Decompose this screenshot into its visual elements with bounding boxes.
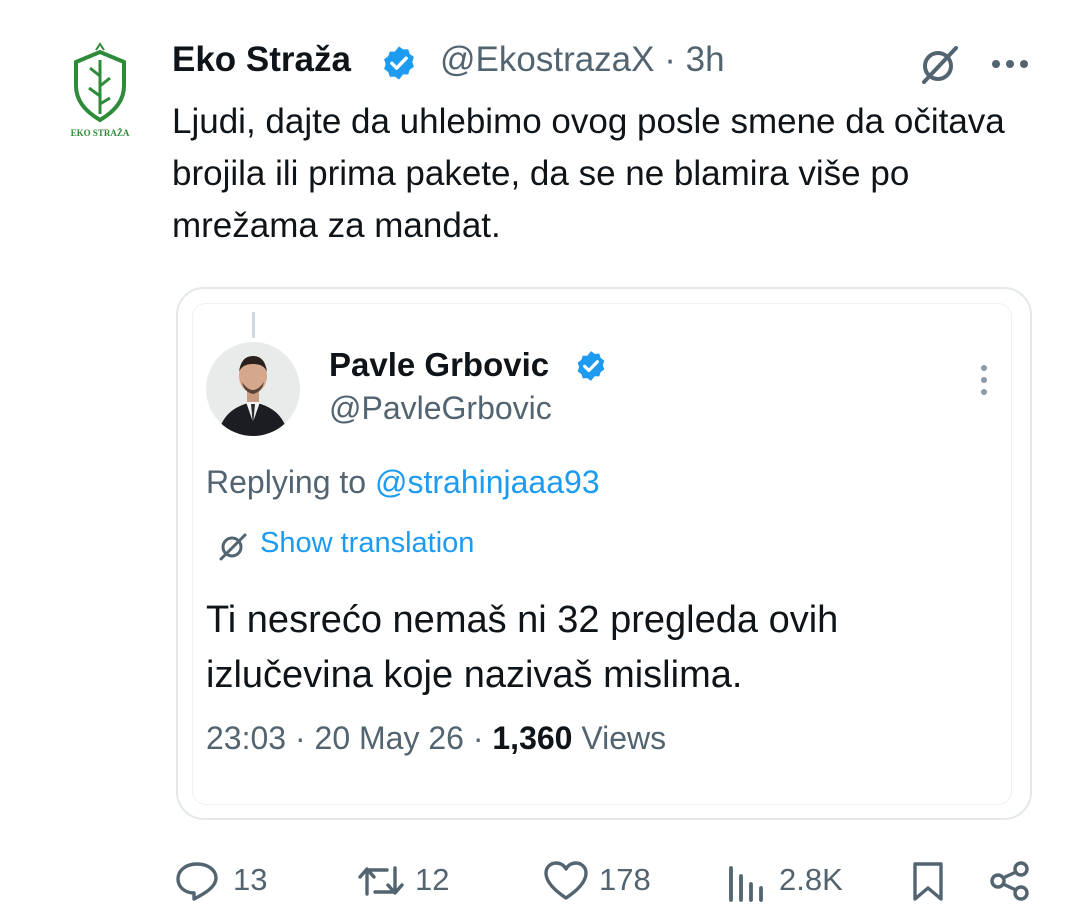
- post-text: Ljudi, dajte da uhlebimo ovog posle smen…: [172, 102, 1005, 245]
- author-handle[interactable]: @EkostrazaX · 3h: [440, 40, 725, 80]
- replying-prefix: Replying to: [206, 464, 375, 500]
- post-time: 3h: [685, 40, 725, 79]
- views-count: 2.8K: [779, 862, 843, 897]
- share-button[interactable]: [988, 850, 1032, 910]
- eko-straza-logo: EKO STRAŽA: [71, 42, 130, 138]
- share-icon: [990, 861, 1029, 901]
- more-vertical-icon[interactable]: [976, 362, 992, 398]
- post-header: Eko Straža @EkostrazaX · 3h: [172, 38, 1052, 88]
- repost-button[interactable]: 12: [357, 850, 457, 910]
- replying-to: Replying to @strahinjaaa93: [206, 464, 600, 501]
- quoted-author-handle[interactable]: @PavleGrbovic: [329, 390, 552, 427]
- action-bar: 13 12 178 2.8K: [0, 850, 1080, 910]
- author-avatar[interactable]: EKO STRAŽA: [62, 40, 138, 140]
- like-button[interactable]: 178: [543, 850, 663, 910]
- author-name[interactable]: Eko Straža: [172, 40, 351, 80]
- quoted-views-count: 1,360: [492, 720, 573, 756]
- show-translation-label: Show translation: [260, 527, 475, 559]
- like-count: 178: [599, 862, 651, 897]
- svg-text:EKO STRAŽA: EKO STRAŽA: [71, 128, 130, 138]
- repost-icon: [358, 866, 404, 896]
- grok-icon[interactable]: [916, 42, 962, 88]
- quoted-post-meta: 23:03 · 20 May 26 · 1,360 Views: [206, 720, 666, 757]
- quoted-post-text: Ti nesrećo nemaš ni 32 pregleda ovih izl…: [206, 599, 839, 696]
- more-horizontal-icon[interactable]: [990, 58, 1030, 70]
- verified-badge-icon: [577, 351, 605, 381]
- reply-mention-link[interactable]: @strahinjaaa93: [375, 464, 600, 500]
- repost-count: 12: [415, 862, 450, 897]
- verified-badge-icon: [384, 46, 414, 80]
- quoted-author-name[interactable]: Pavle Grbovic: [329, 346, 549, 384]
- reply-count: 13: [233, 862, 268, 897]
- quoted-timestamp[interactable]: 23:03 · 20 May 26 ·: [206, 720, 492, 756]
- translate-icon: [219, 533, 247, 561]
- reply-button[interactable]: 13: [175, 850, 275, 910]
- reply-icon: [176, 862, 218, 901]
- thread-line: [252, 312, 255, 338]
- person-photo: [206, 342, 300, 436]
- like-icon: [544, 861, 588, 900]
- views-icon: [729, 866, 763, 902]
- views-button[interactable]: 2.8K: [725, 850, 865, 910]
- bookmark-button[interactable]: [910, 850, 950, 910]
- bookmark-icon: [913, 862, 943, 901]
- quoted-views-label: Views: [572, 720, 667, 756]
- quoted-author-avatar[interactable]: [206, 342, 300, 436]
